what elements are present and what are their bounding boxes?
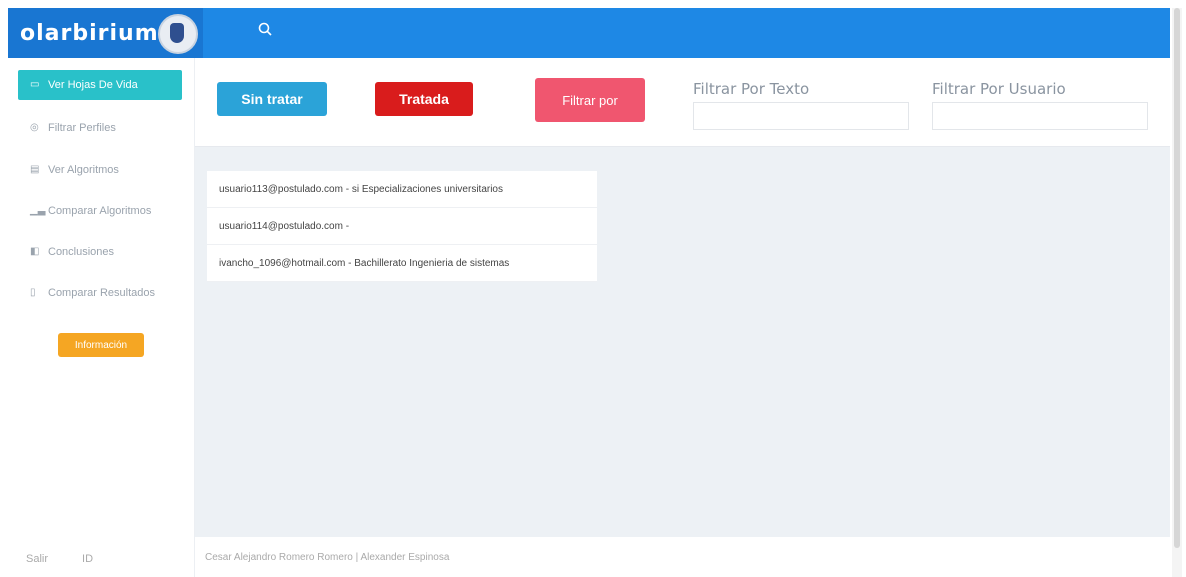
id-label: ID [82,553,94,565]
list-item[interactable]: usuario114@postulado.com - [207,208,597,245]
sin-tratar-button[interactable]: Sin tratar [217,82,327,116]
sidebar-item-comparar-algoritmos[interactable]: ▁▃ Comparar Algoritmos [18,196,182,226]
filtro-usuario-input[interactable] [932,102,1148,130]
filtro-texto-label: Filtrar Por Texto [693,80,810,98]
filter-icon: ◎ [30,122,39,133]
document-icon: ▯ [30,287,36,298]
results-list: usuario113@postulado.com - si Especializ… [207,171,597,282]
sidebar-item-filtrar-perfiles[interactable]: ◎ Filtrar Perfiles [18,113,182,143]
filtrar-por-button[interactable]: Filtrar por [535,78,645,122]
salir-link[interactable]: Salir [26,553,48,565]
footer-credits: Cesar Alejandro Romero Romero | Alexande… [205,551,450,563]
filtro-usuario-label: Filtrar Por Usuario [932,80,1066,98]
sidebar-item-conclusiones[interactable]: ◧ Conclusiones [18,237,182,267]
main-content: usuario113@postulado.com - si Especializ… [195,147,1170,537]
logo[interactable]: olarbirium [8,8,203,58]
logo-emblem-icon [158,14,198,54]
panel-icon: ◧ [30,246,40,257]
id-card-icon: ▭ [30,79,40,90]
sidebar-item-ver-hojas-de-vida[interactable]: ▭ Ver Hojas De Vida [18,70,182,100]
page-footer: Cesar Alejandro Romero Romero | Alexande… [195,537,1170,577]
filter-toolbar: Sin tratar Tratada Filtrar por Filtrar P… [195,58,1170,147]
page-scrollbar[interactable] [1172,8,1182,577]
sidebar-item-label: Ver Algoritmos [48,164,119,176]
scrollbar-thumb[interactable] [1174,8,1180,548]
calendar-icon: ▤ [30,164,40,175]
list-item[interactable]: ivancho_1096@hotmail.com - Bachillerato … [207,245,597,282]
sidebar-item-label: Comparar Resultados [48,287,155,299]
logo-text: olarbirium [20,20,159,46]
search-icon[interactable] [258,22,278,42]
top-navbar: olarbirium [8,8,1170,58]
sidebar-footer: Salir ID [8,541,194,577]
sidebar-item-label: Filtrar Perfiles [48,122,116,134]
filtro-texto-input[interactable] [693,102,909,130]
sidebar-item-label: Comparar Algoritmos [48,205,152,217]
sidebar-item-label: Ver Hojas De Vida [48,79,138,91]
sidebar-item-ver-algoritmos[interactable]: ▤ Ver Algoritmos [18,155,182,185]
tratada-button[interactable]: Tratada [375,82,473,116]
sidebar-item-label: Conclusiones [48,246,115,258]
sidebar-item-comparar-resultados[interactable]: ▯ Comparar Resultados [18,278,182,308]
informacion-button[interactable]: Información [58,333,144,357]
list-item[interactable]: usuario113@postulado.com - si Especializ… [207,171,597,208]
bar-chart-icon: ▁▃ [30,205,46,216]
sidebar: ▭ Ver Hojas De Vida ◎ Filtrar Perfiles ▤… [8,58,195,577]
